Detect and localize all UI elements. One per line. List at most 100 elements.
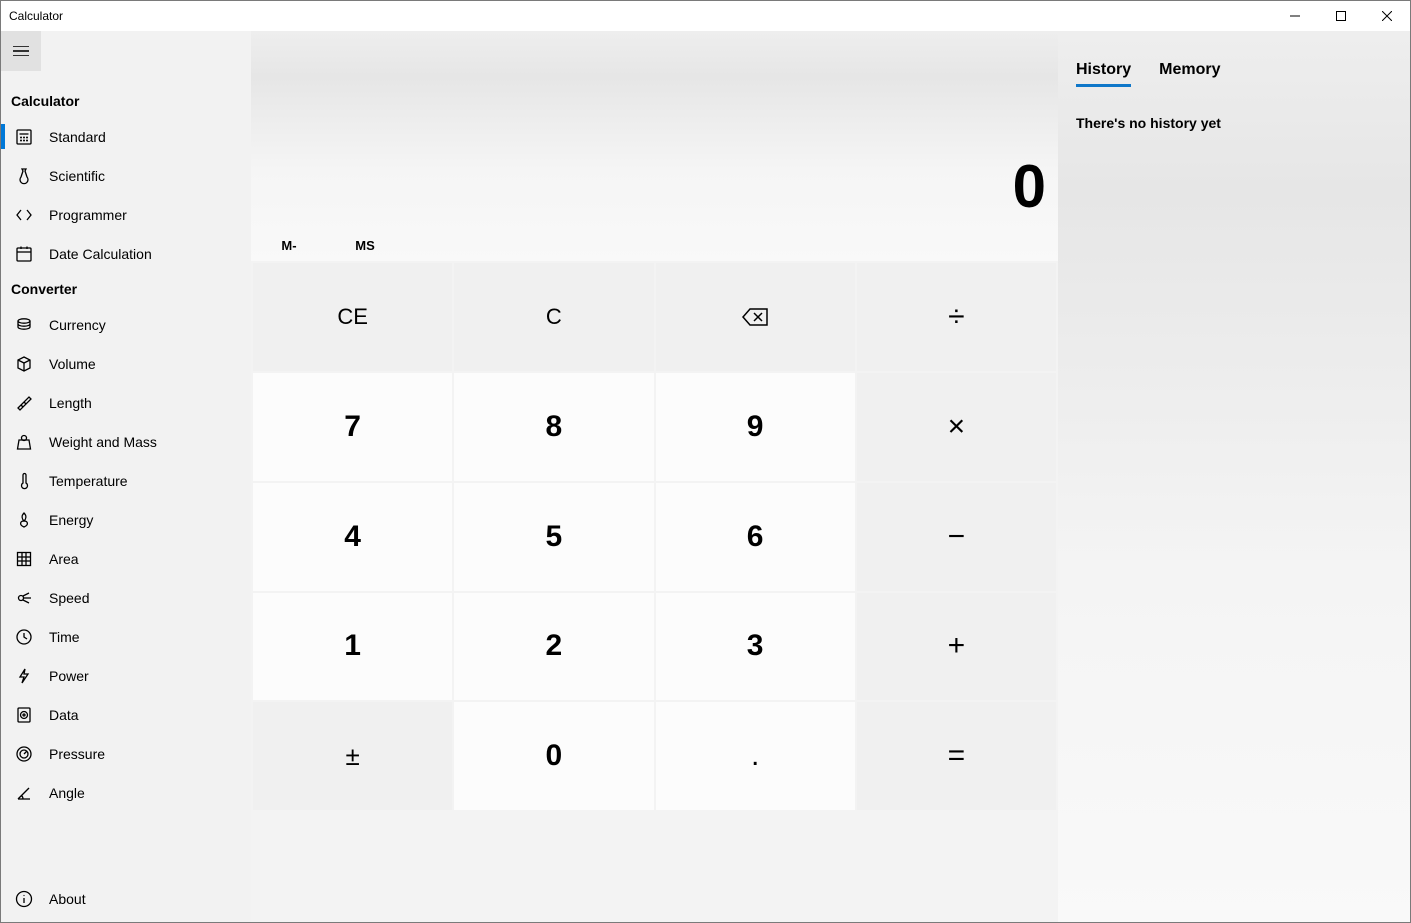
nav-label: Speed <box>49 590 89 606</box>
nav-converter-speed[interactable]: Speed <box>1 578 251 617</box>
nav-label: About <box>49 891 86 907</box>
nav-about[interactable]: About <box>1 879 251 918</box>
nav-label: Area <box>49 551 79 567</box>
date-icon <box>15 245 33 263</box>
nav-label: Standard <box>49 129 106 145</box>
nav-converter-area[interactable]: Area <box>1 539 251 578</box>
hamburger-icon <box>13 46 29 57</box>
maximize-icon <box>1336 11 1346 21</box>
nav-label: Date Calculation <box>49 246 152 262</box>
calculator-area: 0 M- MS CE C ÷ <box>251 31 1058 922</box>
nav-label: Time <box>49 629 80 645</box>
currency-icon <box>15 316 33 334</box>
memory-store-button[interactable]: MS <box>327 238 403 253</box>
close-icon <box>1382 11 1392 21</box>
nav-header-calculator: Calculator <box>1 85 251 117</box>
key-8[interactable]: 8 <box>454 373 653 481</box>
backspace-icon <box>741 307 769 327</box>
nav-mode-programmer[interactable]: Programmer <box>1 195 251 234</box>
nav-converter-currency[interactable]: Currency <box>1 305 251 344</box>
nav-label: Temperature <box>49 473 128 489</box>
key-plus[interactable]: + <box>857 593 1056 701</box>
nav-converter-volume[interactable]: Volume <box>1 344 251 383</box>
programmer-icon <box>15 206 33 224</box>
tab-history[interactable]: History <box>1076 61 1131 87</box>
key-decimal[interactable]: . <box>656 702 855 810</box>
memory-minus-button[interactable]: M- <box>251 238 327 253</box>
nav-converter-length[interactable]: Length <box>1 383 251 422</box>
minimize-button[interactable] <box>1272 1 1318 31</box>
key-equals[interactable]: = <box>857 702 1056 810</box>
memory-row: M- MS <box>251 229 1058 261</box>
power-icon <box>15 667 33 685</box>
calculator-window: Calculator Calculator Standard Scientific… <box>0 0 1411 923</box>
nav-converter-weight-and-mass[interactable]: Weight and Mass <box>1 422 251 461</box>
info-icon <box>15 890 33 908</box>
key-3[interactable]: 3 <box>656 593 855 701</box>
nav-converter-energy[interactable]: Energy <box>1 500 251 539</box>
nav-label: Programmer <box>49 207 127 223</box>
key-minus[interactable]: − <box>857 483 1056 591</box>
nav-mode-date-calculation[interactable]: Date Calculation <box>1 234 251 273</box>
nav-label: Energy <box>49 512 93 528</box>
scientific-icon <box>15 167 33 185</box>
key-backspace[interactable] <box>656 263 855 371</box>
app-title: Calculator <box>9 9 63 23</box>
angle-icon <box>15 784 33 802</box>
nav-converter-power[interactable]: Power <box>1 656 251 695</box>
key-multiply[interactable]: × <box>857 373 1056 481</box>
nav-mode-scientific[interactable]: Scientific <box>1 156 251 195</box>
main-area: 0 M- MS CE C ÷ <box>251 31 1410 922</box>
area-icon <box>15 550 33 568</box>
key-0[interactable]: 0 <box>454 702 653 810</box>
key-c[interactable]: C <box>454 263 653 371</box>
standard-icon <box>15 128 33 146</box>
length-icon <box>15 394 33 412</box>
maximize-button[interactable] <box>1318 1 1364 31</box>
tab-memory[interactable]: Memory <box>1159 61 1220 87</box>
data-icon <box>15 706 33 724</box>
nav-converter-temperature[interactable]: Temperature <box>1 461 251 500</box>
key-5[interactable]: 5 <box>454 483 653 591</box>
volume-icon <box>15 355 33 373</box>
nav-label: Scientific <box>49 168 105 184</box>
nav-mode-standard[interactable]: Standard <box>1 117 251 156</box>
keypad: CE C ÷ 7 8 9 × 4 5 6 <box>251 261 1058 922</box>
nav-converter-angle[interactable]: Angle <box>1 773 251 812</box>
nav-converter-pressure[interactable]: Pressure <box>1 734 251 773</box>
side-panel: History Memory There's no history yet <box>1058 31 1410 922</box>
pressure-icon <box>15 745 33 763</box>
key-7[interactable]: 7 <box>253 373 452 481</box>
key-2[interactable]: 2 <box>454 593 653 701</box>
nav-converter-time[interactable]: Time <box>1 617 251 656</box>
history-empty-message: There's no history yet <box>1076 87 1392 131</box>
panel-tabs: History Memory <box>1076 31 1392 87</box>
nav-label: Volume <box>49 356 96 372</box>
speed-icon <box>15 589 33 607</box>
display-area: 0 M- MS <box>251 31 1058 261</box>
weight-icon <box>15 433 33 451</box>
key-6[interactable]: 6 <box>656 483 855 591</box>
energy-icon <box>15 511 33 529</box>
nav-label: Currency <box>49 317 106 333</box>
key-divide[interactable]: ÷ <box>857 263 1056 371</box>
nav-header-converter: Converter <box>1 273 251 305</box>
display-value: 0 <box>1013 152 1046 221</box>
key-4[interactable]: 4 <box>253 483 452 591</box>
nav-converter-data[interactable]: Data <box>1 695 251 734</box>
key-ce[interactable]: CE <box>253 263 452 371</box>
temperature-icon <box>15 472 33 490</box>
nav-label: Weight and Mass <box>49 434 157 450</box>
window-controls <box>1272 1 1410 31</box>
key-plusminus[interactable]: ± <box>253 702 452 810</box>
nav-label: Pressure <box>49 746 105 762</box>
navigation-pane: Calculator Standard Scientific Programmer D… <box>1 31 251 922</box>
nav-label: Power <box>49 668 89 684</box>
key-1[interactable]: 1 <box>253 593 452 701</box>
title-bar: Calculator <box>1 1 1410 31</box>
nav-label: Angle <box>49 785 85 801</box>
key-9[interactable]: 9 <box>656 373 855 481</box>
hamburger-button[interactable] <box>1 31 41 71</box>
nav-label: Length <box>49 395 92 411</box>
close-button[interactable] <box>1364 1 1410 31</box>
